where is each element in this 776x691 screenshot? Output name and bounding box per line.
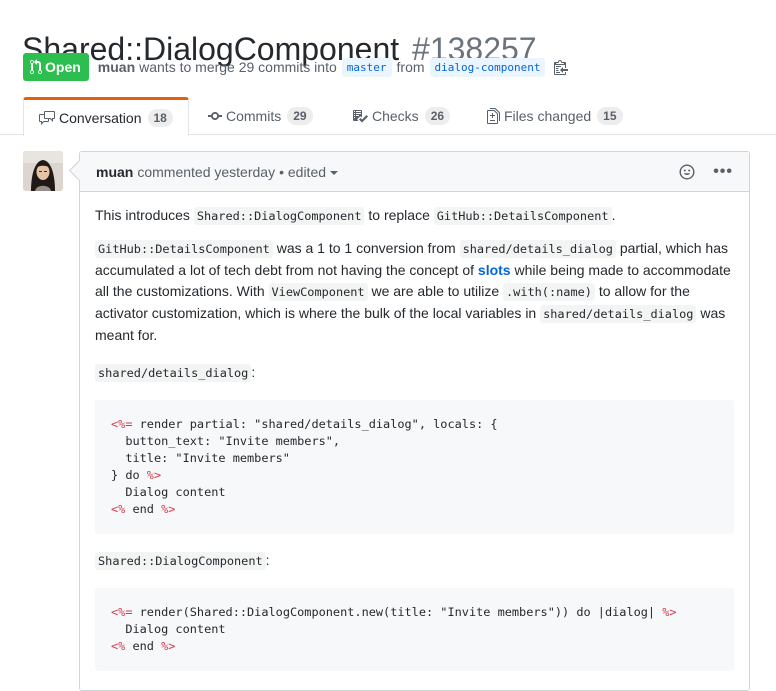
smiley-icon[interactable] [679, 164, 695, 180]
pr-author-link[interactable]: muan [98, 59, 135, 75]
inline-code: GitHub::DetailsComponent [95, 240, 273, 258]
kebab-horizontal-icon[interactable]: ••• [713, 163, 733, 181]
tab-label: Files changed [504, 108, 592, 124]
code-line: <% end %> [111, 638, 718, 655]
code-text: title: "Invite members" [111, 451, 290, 465]
inline-code: Shared::DialogComponent [193, 207, 365, 225]
text: . [611, 207, 616, 223]
inline-code: shared/details_dialog [540, 305, 697, 323]
text: we are able to utilize [371, 283, 500, 299]
erb-tag: <% [111, 639, 126, 653]
base-branch[interactable]: master [341, 57, 392, 77]
erb-tag: %> [146, 468, 162, 482]
paragraph-old-partial: shared/details_dialog: [95, 362, 734, 384]
edited-dropdown[interactable]: • edited [279, 163, 339, 180]
text: was a 1 to 1 conversion from [276, 240, 456, 256]
code-text: render partial: "shared/details_dialog",… [132, 417, 498, 431]
avatar[interactable] [23, 151, 63, 191]
comment-timestamp[interactable]: commented yesterday [137, 164, 275, 180]
code-block-component: <%= render(Shared::DialogComponent.new(t… [95, 588, 734, 671]
clipboard-icon[interactable] [554, 59, 569, 75]
paragraph-intro: This introduces Shared::DialogComponent … [95, 205, 734, 227]
inline-code: .with(:name) [503, 283, 595, 301]
inline-code: shared/details_dialog [95, 364, 252, 382]
inline-code: GitHub::DetailsComponent [433, 207, 612, 225]
comment-header: muan commented yesterday • edited ••• [80, 152, 749, 192]
code-text: button_text: "Invite members", [111, 434, 341, 448]
code-line: } do %> [111, 467, 718, 484]
text: to replace [368, 207, 430, 223]
comment-body: This introduces Shared::DialogComponent … [80, 192, 749, 671]
tab-label: Commits [226, 108, 282, 124]
erb-tag: <%= [111, 605, 133, 619]
text: : [265, 552, 270, 568]
code-line: title: "Invite members" [111, 450, 718, 467]
erb-tag: <%= [111, 417, 133, 431]
code-text: render(Shared::DialogComponent.new(title… [132, 605, 663, 619]
comment-author[interactable]: muan [96, 164, 133, 180]
from-text: from [396, 59, 425, 75]
erb-tag: %> [161, 502, 176, 516]
commit-icon [208, 108, 222, 124]
tab-count: 18 [147, 109, 173, 127]
head-branch[interactable]: dialog-component [429, 57, 546, 77]
state-label: Open [45, 59, 81, 75]
code-line: Dialog content [111, 621, 718, 638]
pr-meta: Open muan wants to merge 29 commits into… [23, 53, 569, 81]
inline-code: ViewComponent [268, 283, 368, 301]
merge-text: wants to merge 29 commits into [139, 59, 337, 75]
text: This introduces [95, 207, 190, 223]
checklist-icon [352, 108, 368, 124]
git-pull-request-icon [30, 59, 42, 75]
slots-link[interactable]: slots [478, 262, 511, 278]
tab-label: Conversation [59, 110, 142, 126]
tab-conversation[interactable]: Conversation 18 [23, 97, 189, 136]
comment-discussion-icon [39, 110, 55, 126]
erb-tag: %> [662, 605, 677, 619]
code-line: <%= render partial: "shared/details_dial… [111, 416, 718, 433]
comment-actions: ••• [679, 152, 733, 192]
text: : [251, 364, 256, 380]
tab-label: Checks [372, 108, 419, 124]
pr-tabs: Conversation 18 Commits 29 Checks 26 Fil… [0, 97, 776, 136]
code-line: <% end %> [111, 501, 718, 518]
code-text: Dialog content [111, 622, 226, 636]
caret-down-icon [330, 170, 339, 175]
comment-box: muan commented yesterday • edited ••• Th… [79, 151, 750, 691]
tab-files-changed[interactable]: Files changed 15 [487, 97, 623, 135]
code-text: } do [111, 468, 147, 482]
tab-count: 29 [287, 107, 313, 125]
state-badge: Open [23, 53, 89, 81]
paragraph-new-component: Shared::DialogComponent: [95, 550, 734, 572]
code-text: end [125, 639, 162, 653]
erb-tag: <% [111, 502, 126, 516]
edited-label: • edited [279, 163, 327, 180]
code-line: <%= render(Shared::DialogComponent.new(t… [111, 604, 718, 621]
inline-code: shared/details_dialog [459, 240, 616, 258]
tab-commits[interactable]: Commits 29 [208, 97, 313, 135]
tab-count: 15 [597, 107, 623, 125]
code-line: button_text: "Invite members", [111, 433, 718, 450]
erb-tag: %> [161, 639, 176, 653]
code-line: Dialog content [111, 484, 718, 501]
file-diff-icon [487, 108, 500, 124]
paragraph-description: GitHub::DetailsComponent was a 1 to 1 co… [95, 238, 734, 346]
avatar-image [23, 151, 63, 191]
tab-checks[interactable]: Checks 26 [352, 97, 451, 135]
code-text: Dialog content [111, 485, 226, 499]
tab-count: 26 [424, 107, 451, 125]
code-text: end [125, 502, 162, 516]
inline-code: Shared::DialogComponent [95, 552, 266, 570]
code-block-partial: <%= render partial: "shared/details_dial… [95, 400, 734, 534]
